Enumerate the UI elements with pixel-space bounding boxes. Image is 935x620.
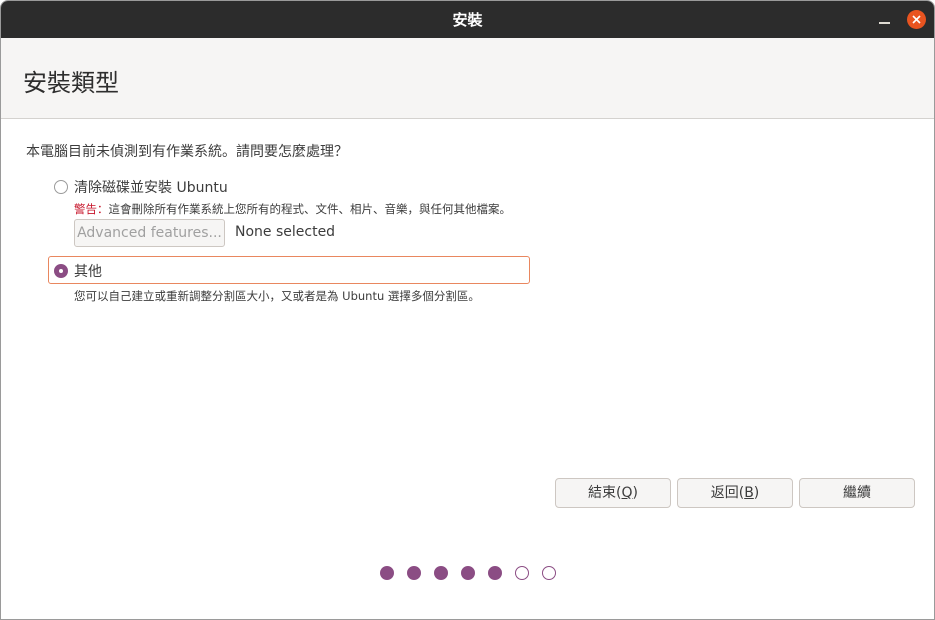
progress-dot-complete xyxy=(407,566,421,580)
page-title: 安裝類型 xyxy=(23,69,119,97)
radio-erase-disk[interactable] xyxy=(54,180,68,194)
question-text: 本電腦目前未偵測到有作業系統。請問要怎麼處理？ xyxy=(26,144,348,160)
progress-dot-pending xyxy=(515,566,529,580)
close-button[interactable] xyxy=(907,10,926,29)
progress-dot-complete xyxy=(380,566,394,580)
progress-dot-complete xyxy=(488,566,502,580)
option-other-label[interactable]: 其他 xyxy=(74,261,102,281)
quit-button[interactable]: 結束(Q) xyxy=(555,478,671,508)
warning-text: 警告：這會刪除所有作業系統上您所有的程式、文件、相片、音樂，與任何其他檔案。 xyxy=(74,201,511,217)
back-button-suffix: ) xyxy=(753,485,760,501)
quit-button-suffix: ) xyxy=(632,485,638,501)
warning-message: 這會刪除所有作業系統上您所有的程式、文件、相片、音樂，與任何其他檔案。 xyxy=(108,202,512,216)
content-area: 本電腦目前未偵測到有作業系統。請問要怎麼處理？ 清除磁碟並安裝 Ubuntu 警… xyxy=(1,119,934,619)
minimize-icon xyxy=(879,22,890,24)
quit-button-text: 結束( xyxy=(588,485,622,501)
radio-other[interactable] xyxy=(54,264,68,278)
continue-button[interactable]: 繼續 xyxy=(799,478,915,508)
advanced-features-status: None selected xyxy=(235,224,336,240)
progress-dots xyxy=(380,566,569,580)
window-title: 安裝 xyxy=(452,11,483,29)
option-other-focus-frame[interactable] xyxy=(48,256,530,284)
minimize-button[interactable] xyxy=(875,10,895,30)
option-other-description: 您可以自己建立或重新調整分割區大小，又或者是為 Ubuntu 選擇多個分割區。 xyxy=(74,289,480,303)
progress-dot-complete xyxy=(461,566,475,580)
back-button[interactable]: 返回(B) xyxy=(677,478,793,508)
title-bar[interactable]: 安裝 xyxy=(1,1,934,38)
back-button-key: B xyxy=(744,485,754,501)
option-other[interactable]: 其他 xyxy=(54,261,102,281)
warning-label: 警告： xyxy=(74,202,109,216)
back-button-text: 返回( xyxy=(710,485,745,501)
advanced-features-button[interactable]: Advanced features... xyxy=(74,219,225,247)
option-erase-disk-label[interactable]: 清除磁碟並安裝 Ubuntu xyxy=(74,177,228,197)
option-erase-disk[interactable]: 清除磁碟並安裝 Ubuntu xyxy=(54,177,228,197)
installer-window: 安裝 安裝類型 本電腦目前未偵測到有作業系統。請問要怎麼處理？ 清除磁碟並安裝 … xyxy=(0,0,935,620)
page-header: 安裝類型 xyxy=(1,38,934,119)
progress-dot-pending xyxy=(542,566,556,580)
close-icon xyxy=(912,15,921,24)
progress-dot-complete xyxy=(434,566,448,580)
quit-button-key: Q xyxy=(621,485,633,501)
